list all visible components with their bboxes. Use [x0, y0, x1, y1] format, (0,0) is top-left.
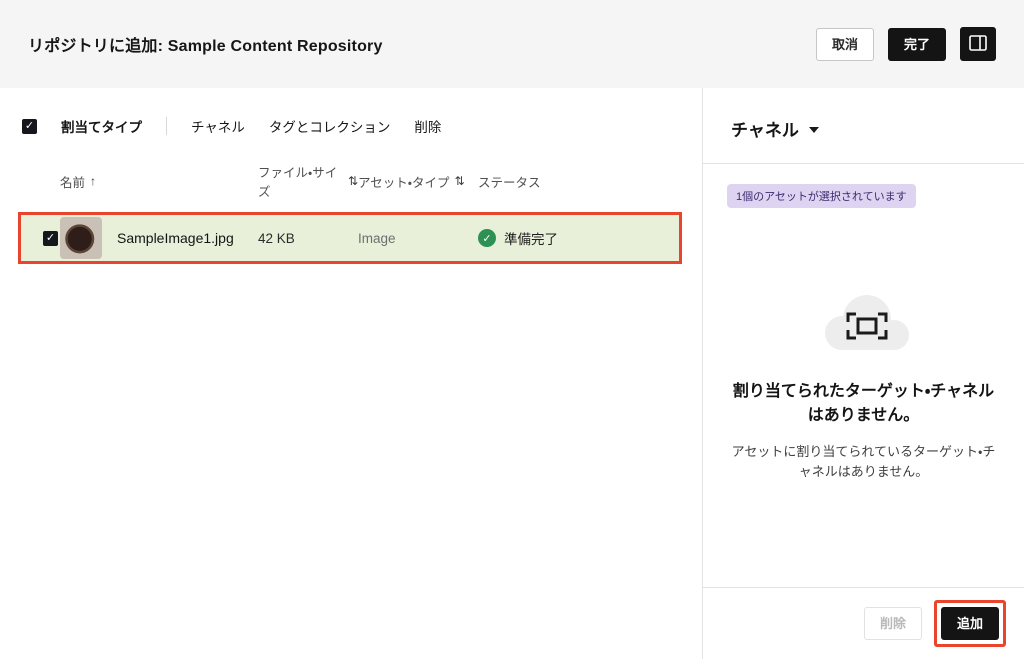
header-actions: 取消 完了: [816, 27, 996, 61]
check-icon: ✓: [46, 233, 55, 244]
panel-content: 1個のアセットが選択されています: [703, 164, 1024, 587]
empty-channels-cloud-icon: [810, 283, 918, 364]
column-header-file-size[interactable]: ファイル・サイズ ⇅: [258, 162, 358, 200]
column-header-status: ステータス: [478, 172, 682, 191]
asset-thumbnail: [60, 217, 102, 259]
column-header-asset-type[interactable]: アセット・タイプ ⇅: [358, 172, 478, 191]
add-channel-button[interactable]: 追加: [941, 607, 999, 640]
status-check-icon: ✓: [478, 229, 496, 247]
panel-type-dropdown[interactable]: チャネル: [703, 88, 1024, 164]
asset-file-name: SampleImage1.jpg: [117, 230, 234, 246]
empty-state-title: 割り当てられたターゲット・チャネルはありません。: [727, 380, 1000, 428]
channel-panel: チャネル 1個のアセットが選択されています: [702, 88, 1024, 659]
tab-tags-collections[interactable]: タグとコレクション: [269, 114, 391, 138]
dialog-header: リポジトリに追加: Sample Content Repository 取消 完…: [0, 0, 1024, 88]
annotation-highlight: 追加: [934, 600, 1006, 647]
done-button[interactable]: 完了: [888, 28, 946, 61]
add-to-repository-dialog: リポジトリに追加: Sample Content Repository 取消 完…: [0, 0, 1024, 659]
check-icon: ✓: [25, 121, 34, 132]
tab-assign-type[interactable]: 割当てタイプ: [61, 114, 142, 138]
selection-count-badge: 1個のアセットが選択されています: [727, 184, 916, 208]
name-cell: SampleImage1.jpg: [60, 217, 258, 259]
status-label: 準備完了: [504, 228, 558, 248]
empty-state-description: アセットに割り当てられているターゲット・チャネルはありません。: [727, 442, 1000, 482]
table-row[interactable]: ✓ SampleImage1.jpg 42 KB Image ✓ 準備完了: [18, 212, 682, 264]
sort-both-icon: ⇅: [348, 174, 358, 188]
asset-status: ✓ 準備完了: [478, 228, 679, 248]
sort-both-icon: ⇅: [455, 174, 465, 188]
tab-delete[interactable]: 削除: [414, 114, 441, 138]
select-all-checkbox[interactable]: ✓: [22, 119, 37, 134]
sort-asc-icon: ↑: [90, 174, 96, 188]
page-title: リポジトリに追加: Sample Content Repository: [28, 32, 383, 56]
panel-title: チャネル: [731, 116, 799, 141]
sidebar-toggle-icon: [969, 35, 987, 54]
asset-file-size: 42 KB: [258, 231, 358, 246]
empty-state: 割り当てられたターゲット・チャネルはありません。 アセットに割り当てられているタ…: [727, 208, 1000, 587]
table-header: 名前 ↑ ファイル・サイズ ⇅ アセット・タイプ ⇅ ステータス: [0, 138, 702, 210]
side-panel-toggle-button[interactable]: [960, 27, 996, 61]
asset-type: Image: [358, 231, 478, 246]
cancel-button[interactable]: 取消: [816, 28, 874, 61]
column-header-name[interactable]: 名前 ↑: [60, 172, 258, 191]
action-tabs: ✓ 割当てタイプ チャネル タグとコレクション 削除: [0, 88, 702, 138]
chevron-down-icon: [809, 127, 819, 133]
remove-channel-button[interactable]: 削除: [864, 607, 922, 640]
row-checkbox[interactable]: ✓: [43, 231, 58, 246]
tab-channels[interactable]: チャネル: [191, 114, 245, 138]
panel-footer: 削除 追加: [703, 587, 1024, 659]
tab-divider: [166, 117, 167, 135]
asset-list-area: ✓ 割当てタイプ チャネル タグとコレクション 削除 名前 ↑ ファイル・サイズ…: [0, 88, 702, 659]
dialog-body: ✓ 割当てタイプ チャネル タグとコレクション 削除 名前 ↑ ファイル・サイズ…: [0, 88, 1024, 659]
